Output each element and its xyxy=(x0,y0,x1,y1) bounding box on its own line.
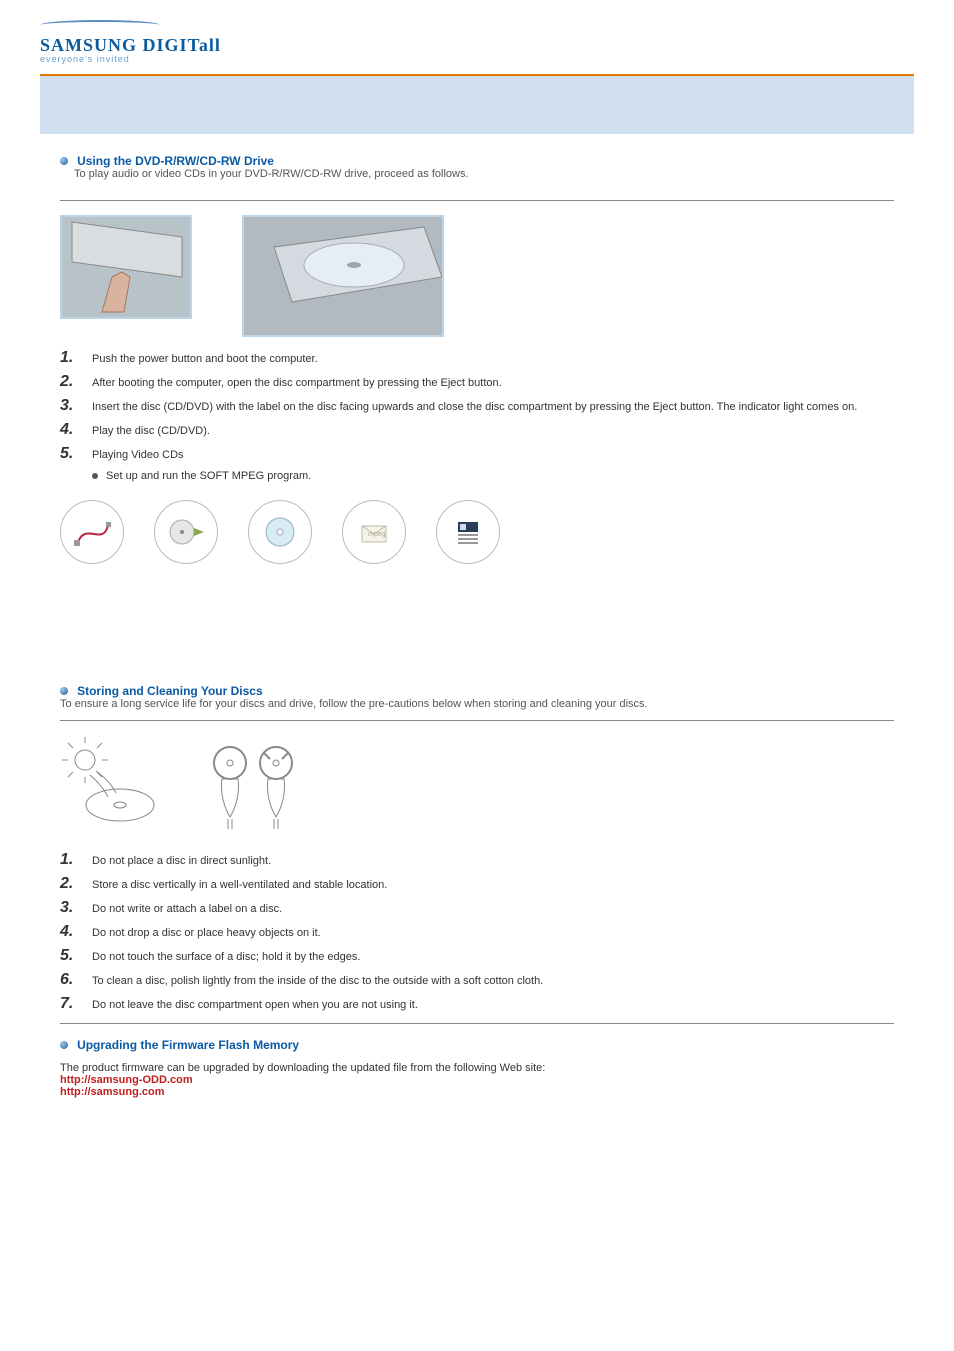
step-number: 6. xyxy=(60,971,92,989)
step2-text: After booting the computer, open the dis… xyxy=(92,377,894,389)
store-step4-text: Do not drop a disc or place heavy object… xyxy=(92,927,894,939)
store-step2-text: Store a disc vertically in a well-ventil… xyxy=(92,879,894,891)
divider xyxy=(60,1023,894,1024)
section1-title: Using the DVD-R/RW/CD-RW Drive xyxy=(77,154,274,168)
envelope-icon: mpeg xyxy=(342,500,406,564)
step-number: 3. xyxy=(60,397,92,415)
step-number: 2. xyxy=(60,875,92,893)
step-number: 1. xyxy=(60,349,92,367)
firmware-text: The product firmware can be upgraded by … xyxy=(60,1062,894,1074)
step4: 4.Play the disc (CD/DVD). xyxy=(60,421,894,439)
brand-tagline: everyone's invited xyxy=(40,54,914,64)
step-number: 1. xyxy=(60,851,92,869)
firmware-block: The product firmware can be upgraded by … xyxy=(60,1062,894,1098)
step3-text: Insert the disc (CD/DVD) with the label … xyxy=(92,401,894,413)
store-step5: 5.Do not touch the surface of a disc; ho… xyxy=(60,947,894,965)
step4-text: Play the disc (CD/DVD). xyxy=(92,425,894,437)
step3: 3.Insert the disc (CD/DVD) with the labe… xyxy=(60,397,894,415)
logo-swoosh xyxy=(40,20,160,30)
page-content: Using the DVD-R/RW/CD-RW Drive To play a… xyxy=(0,134,954,1128)
section3-title: Upgrading the Firmware Flash Memory xyxy=(77,1038,299,1052)
tray-disc-icon xyxy=(154,500,218,564)
store-step1: 1.Do not place a disc in direct sunlight… xyxy=(60,851,894,869)
store-step4: 4.Do not drop a disc or place heavy obje… xyxy=(60,923,894,941)
step5-sub-text: Set up and run the SOFT MPEG program. xyxy=(106,470,311,482)
step-number: 4. xyxy=(60,421,92,439)
step2: 2.After booting the computer, open the d… xyxy=(60,373,894,391)
store-step6-text: To clean a disc, polish lightly from the… xyxy=(92,975,894,987)
bullet-icon xyxy=(60,157,68,165)
divider xyxy=(60,200,894,201)
section-usage: Using the DVD-R/RW/CD-RW Drive To play a… xyxy=(60,154,894,180)
store-step7: 7.Do not leave the disc compartment open… xyxy=(60,995,894,1013)
icon-envelope: mpeg xyxy=(342,500,406,564)
program-window-icon xyxy=(436,500,500,564)
store-step2: 2.Store a disc vertically in a well-vent… xyxy=(60,875,894,893)
step5-sub: Set up and run the SOFT MPEG program. xyxy=(92,469,894,482)
step-number: 4. xyxy=(60,923,92,941)
photo-insert-disc xyxy=(242,215,444,337)
step-number: 5. xyxy=(60,947,92,965)
store-step1-text: Do not place a disc in direct sunlight. xyxy=(92,855,894,867)
svg-text:mpeg: mpeg xyxy=(368,531,386,538)
disc-icon xyxy=(248,500,312,564)
firmware-link-1[interactable]: http://samsung-ODD.com xyxy=(60,1074,193,1086)
step5-text: Playing Video CDs xyxy=(92,449,894,461)
store-step3: 3.Do not write or attach a label on a di… xyxy=(60,899,894,917)
store-step5-text: Do not touch the surface of a disc; hold… xyxy=(92,951,894,963)
icon-connect-cable xyxy=(60,500,124,564)
sketch-row xyxy=(60,735,894,835)
sketch-sunlight xyxy=(60,735,170,835)
step1-text: Push the power button and boot the compu… xyxy=(92,353,894,365)
store-step7-text: Do not leave the disc compartment open w… xyxy=(92,999,894,1011)
cable-icon xyxy=(60,500,124,564)
brand-name: SAMSUNG DIGITall xyxy=(40,35,221,55)
step-number: 2. xyxy=(60,373,92,391)
section-storing: Storing and Cleaning Your Discs To ensur… xyxy=(60,684,894,710)
section1-intro: To play audio or video CDs in your DVD-R… xyxy=(74,168,894,180)
step-number: 5. xyxy=(60,445,92,463)
store-step6: 6.To clean a disc, polish lightly from t… xyxy=(60,971,894,989)
store-step3-text: Do not write or attach a label on a disc… xyxy=(92,903,894,915)
step5: 5.Playing Video CDs xyxy=(60,445,894,463)
section2-title: Storing and Cleaning Your Discs xyxy=(77,684,263,698)
banner-blue xyxy=(40,76,914,134)
step-number: 7. xyxy=(60,995,92,1013)
icon-disc xyxy=(248,500,312,564)
spacer xyxy=(60,594,894,684)
divider xyxy=(60,720,894,721)
sub-bullet-icon xyxy=(92,473,98,479)
firmware-link-2[interactable]: http://samsung.com xyxy=(60,1086,165,1098)
icon-program xyxy=(436,500,500,564)
bullet-icon xyxy=(60,1041,68,1049)
icon-insert-disc xyxy=(154,500,218,564)
sketch-hold-edges xyxy=(200,735,310,835)
section2-intro: To ensure a long service life for your d… xyxy=(60,698,894,710)
brand-header: SAMSUNG DIGITall everyone's invited xyxy=(0,0,954,74)
photo-press-eject xyxy=(60,215,192,319)
icon-row: mpeg xyxy=(60,500,894,564)
photo-row-usage xyxy=(60,215,894,337)
section-firmware: Upgrading the Firmware Flash Memory xyxy=(60,1038,894,1052)
step1: 1.Push the power button and boot the com… xyxy=(60,349,894,367)
step-number: 3. xyxy=(60,899,92,917)
bullet-icon xyxy=(60,687,68,695)
